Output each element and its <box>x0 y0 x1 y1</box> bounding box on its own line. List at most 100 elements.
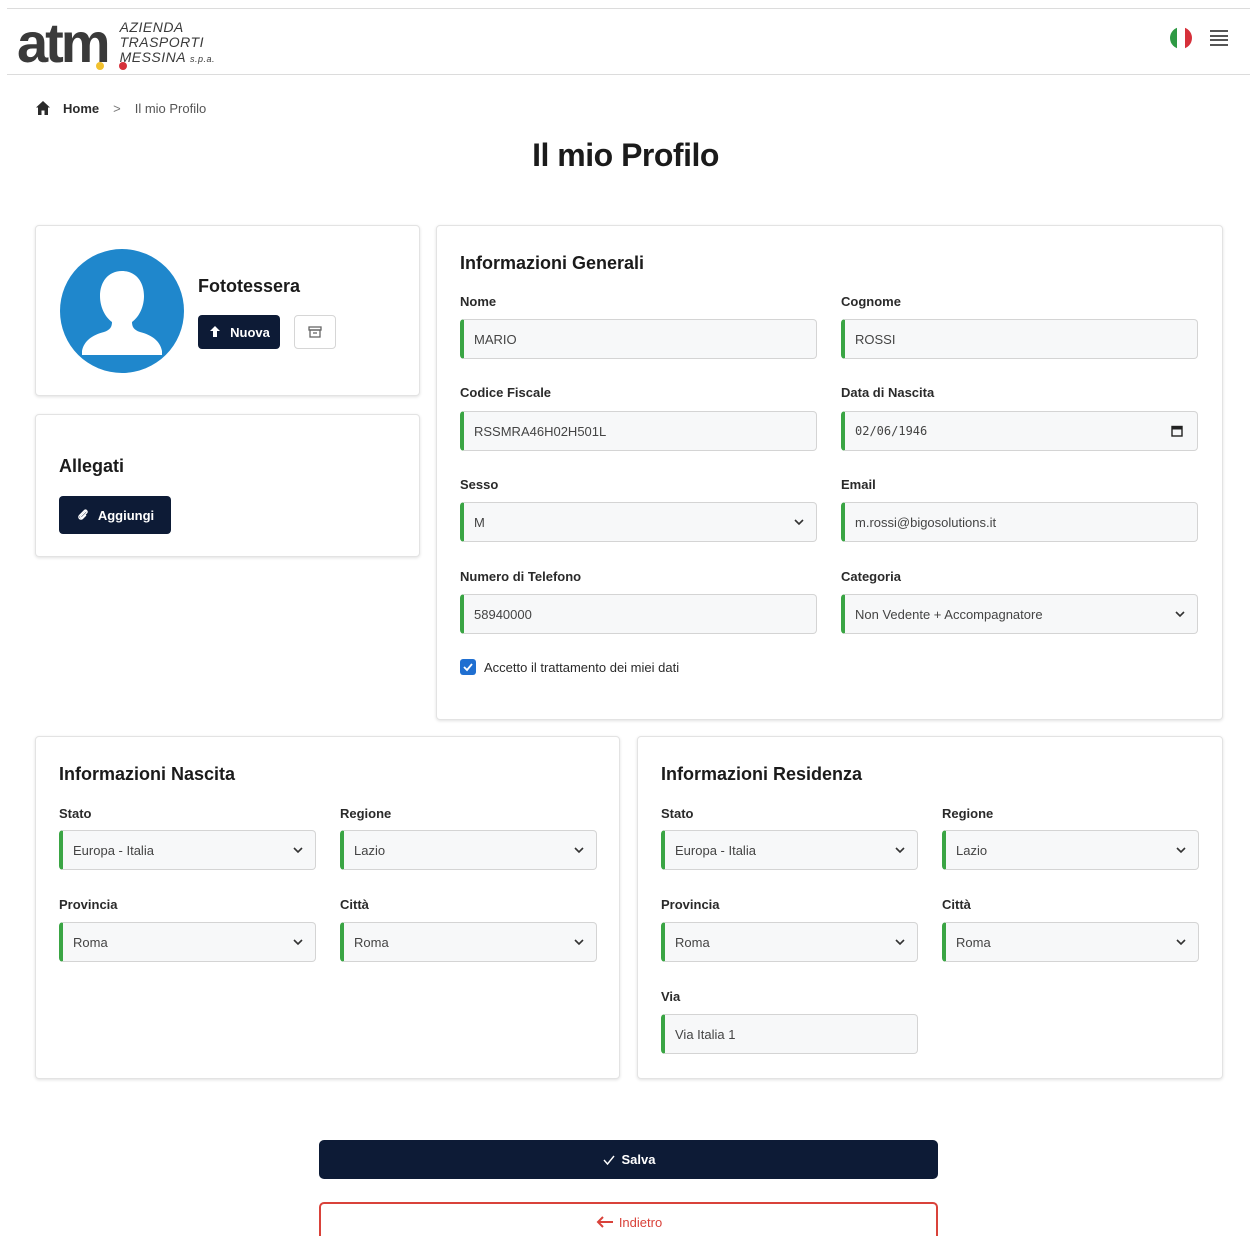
res-citta-value: Roma <box>956 934 991 950</box>
res-provincia-select[interactable]: Roma <box>661 922 918 962</box>
categoria-value: Non Vedente + Accompagnatore <box>855 606 1043 622</box>
breadcrumb-current: Il mio Profilo <box>134 100 207 116</box>
categoria-label: Categoria <box>841 569 901 584</box>
birth-provincia-value: Roma <box>73 934 108 950</box>
check-icon <box>463 663 473 672</box>
page-title: Il mio Profilo <box>532 137 719 173</box>
res-regione-select[interactable]: Lazio <box>942 830 1199 870</box>
categoria-select[interactable]: Non Vedente + Accompagnatore <box>841 594 1198 634</box>
save-button[interactable]: Salva <box>319 1140 938 1179</box>
codice-fiscale-value: RSSMRA46H02H501L <box>474 423 607 439</box>
residence-info-title: Informazioni Residenza <box>661 764 863 784</box>
codice-fiscale-input[interactable]: RSSMRA46H02H501L <box>460 411 817 451</box>
flag-stripe-red <box>1184 27 1192 49</box>
birth-regione-select[interactable]: Lazio <box>340 830 597 870</box>
hamburger-menu-icon[interactable] <box>1210 30 1228 46</box>
calendar-icon[interactable] <box>1171 425 1183 437</box>
res-regione-label: Regione <box>942 806 994 821</box>
codice-fiscale-label: Codice Fiscale <box>460 385 552 400</box>
paperclip-icon <box>78 509 88 520</box>
cognome-value: ROSSI <box>855 331 896 347</box>
sesso-select[interactable]: M <box>460 502 817 542</box>
res-via-label: Via <box>661 989 681 1004</box>
birth-provincia-select[interactable]: Roma <box>59 922 316 962</box>
res-provincia-label: Provincia <box>661 897 720 912</box>
telefono-value: 58940000 <box>474 606 532 622</box>
upload-icon <box>210 326 221 337</box>
chevron-down-icon <box>1175 611 1185 618</box>
res-stato-select[interactable]: Europa - Italia <box>661 830 918 870</box>
user-silhouette-icon <box>82 271 162 355</box>
res-via-value: Via Italia 1 <box>675 1026 736 1042</box>
new-photo-button[interactable]: Nuova <box>198 315 280 349</box>
avatar <box>60 249 184 373</box>
birth-regione-label: Regione <box>340 806 392 821</box>
res-citta-select[interactable]: Roma <box>942 922 1199 962</box>
chevron-down-icon <box>1176 847 1186 854</box>
photo-card: Fototessera Nuova <box>35 225 420 396</box>
logo-line-3: MESSINA <box>119 48 186 65</box>
birth-stato-select[interactable]: Europa - Italia <box>59 830 316 870</box>
birth-stato-value: Europa - Italia <box>73 842 154 858</box>
back-button[interactable]: Indietro <box>319 1202 938 1236</box>
logo-red-dot <box>119 62 127 70</box>
chevron-down-icon <box>1176 939 1186 946</box>
nome-value: MARIO <box>474 331 517 347</box>
breadcrumb-home-link[interactable]: Home <box>63 101 99 116</box>
photo-card-title: Fototessera <box>198 276 301 296</box>
data-nascita-input[interactable]: 02/06/1946 <box>841 411 1198 451</box>
birth-provincia-label: Provincia <box>59 897 118 912</box>
chevron-right-icon: > <box>113 100 121 116</box>
chevron-down-icon <box>574 939 584 946</box>
chevron-down-icon <box>794 519 804 526</box>
res-citta-label: Città <box>942 897 971 912</box>
cognome-label: Cognome <box>841 294 901 309</box>
cognome-input[interactable]: ROSSI <box>841 319 1198 359</box>
delete-photo-button[interactable] <box>294 315 336 349</box>
chevron-down-icon <box>895 939 905 946</box>
birth-info-card: Informazioni Nascita Stato Europa - Ital… <box>35 736 620 1079</box>
res-via-input[interactable]: Via Italia 1 <box>661 1014 918 1054</box>
logo-wordmark: AZIENDA TRASPORTI MESSINA s.p.a. <box>119 18 215 67</box>
general-info-title: Informazioni Generali <box>460 253 645 273</box>
nome-label: Nome <box>460 294 497 309</box>
new-photo-label: Nuova <box>230 324 270 340</box>
back-label: Indietro <box>618 1214 663 1230</box>
attachments-card: Allegati Aggiungi <box>35 414 420 557</box>
res-stato-value: Europa - Italia <box>675 842 756 858</box>
birth-citta-label: Città <box>340 897 369 912</box>
flag-stripe-white <box>1177 27 1185 49</box>
logo-spa: s.p.a. <box>189 53 215 64</box>
check-icon <box>602 1155 615 1165</box>
email-input[interactable]: m.rossi@bigosolutions.it <box>841 502 1198 542</box>
attachments-card-title: Allegati <box>59 456 125 476</box>
add-attachment-label: Aggiungi <box>97 507 155 523</box>
birth-citta-select[interactable]: Roma <box>340 922 597 962</box>
logo-line-2: TRASPORTI <box>119 33 204 50</box>
atm-logo[interactable]: atm AZIENDA TRASPORTI MESSINA s.p.a. <box>17 15 215 71</box>
chevron-down-icon <box>293 939 303 946</box>
consent-label[interactable]: Accetto il trattamento dei miei dati <box>484 660 679 675</box>
italian-flag-icon[interactable] <box>1170 27 1192 49</box>
birth-citta-value: Roma <box>354 934 389 950</box>
data-nascita-label: Data di Nascita <box>841 385 935 400</box>
home-icon[interactable] <box>35 100 51 116</box>
flag-stripe-green <box>1170 27 1178 49</box>
birth-regione-value: Lazio <box>354 842 386 858</box>
res-provincia-value: Roma <box>675 934 710 950</box>
email-label: Email <box>841 477 876 492</box>
chevron-down-icon <box>895 847 905 854</box>
consent-checkbox[interactable] <box>460 659 476 675</box>
email-value: m.rossi@bigosolutions.it <box>855 514 997 530</box>
add-attachment-button[interactable]: Aggiungi <box>59 496 171 534</box>
archive-icon <box>308 326 322 338</box>
telefono-label: Numero di Telefono <box>460 569 582 584</box>
nome-input[interactable]: MARIO <box>460 319 817 359</box>
chevron-down-icon <box>293 847 303 854</box>
residence-info-card: Informazioni Residenza Stato Europa - It… <box>637 736 1223 1079</box>
telefono-input[interactable]: 58940000 <box>460 594 817 634</box>
birth-stato-label: Stato <box>59 806 92 821</box>
logo-mark: atm <box>17 11 111 74</box>
sesso-value: M <box>474 514 485 530</box>
logo-line-1: AZIENDA <box>119 18 184 35</box>
